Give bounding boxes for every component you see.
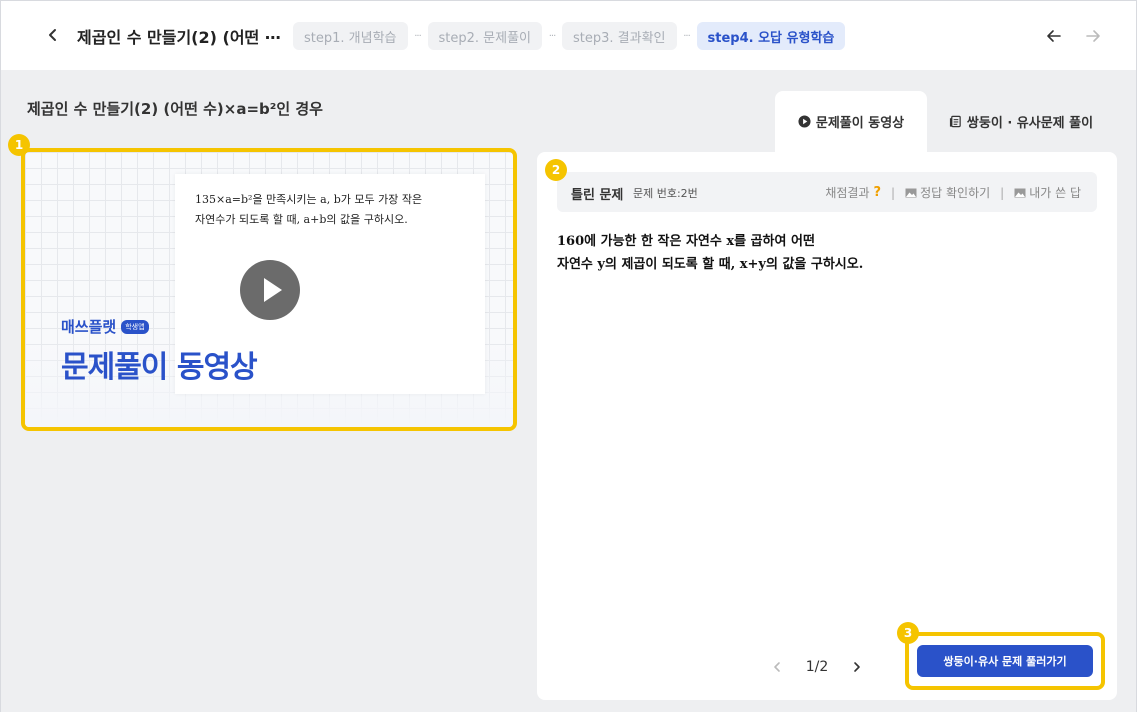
video-problem-text: 135×a=b²을 만족시키는 a, b가 모두 가장 작은 자연수가 되도록 … [195, 190, 422, 230]
step-2-tab[interactable]: step2. 문제풀이 [427, 22, 542, 50]
step-badge-3: 3 [897, 622, 919, 644]
problem-info-bar: 틀린 문제 문제 번호:2번 채점결과 ? | 정답 확인하기 | 내가 쓴 답 [557, 172, 1097, 212]
step-navigation: step1. 개념학습 ··· step2. 문제풀이 ··· step3. 결… [293, 22, 846, 50]
lesson-title: 제곱인 수 만들기(2) (어떤 ⋯ [77, 28, 281, 47]
pagination: 1/2 [767, 657, 867, 677]
check-answer-label: 정답 확인하기 [920, 186, 991, 200]
tab-label: 쌍둥이 · 유사문제 풀이 [966, 116, 1094, 131]
question-line-1: 160에 가능한 한 작은 자연수 x를 곱하여 어떤 [557, 234, 815, 249]
grading-result-label: 채점결과 [825, 186, 870, 200]
chevron-right-icon [854, 662, 860, 672]
page-next-button[interactable] [847, 657, 867, 677]
step-badge-1: 1 [8, 134, 30, 156]
page-prev-button[interactable] [767, 657, 787, 677]
brand-badge: 학생앱 [121, 319, 149, 334]
step-separator: ··· [548, 30, 557, 42]
step-3-tab[interactable]: step3. 결과확인 [562, 22, 677, 50]
page-title: 제곱인 수 만들기(2) (어떤 수)×a=b²인 경우 [27, 100, 323, 118]
previous-button[interactable] [1043, 25, 1065, 47]
video-problem-line-1: 135×a=b²을 만족시키는 a, b가 모두 가장 작은 [195, 193, 423, 206]
image-icon [905, 188, 917, 197]
problem-number: 문제 번호:2번 [633, 187, 698, 200]
brand-name: 매쓰플랫 [61, 318, 117, 336]
document-list-icon [949, 115, 961, 128]
chevron-left-icon [774, 662, 780, 672]
back-button[interactable] [41, 23, 65, 47]
cta-highlight: 쌍둥이·유사 문제 풀러가기 [905, 632, 1105, 690]
top-header: 제곱인 수 만들기(2) (어떤 ⋯ step1. 개념학습 ··· step2… [0, 0, 1137, 70]
page-indicator: 1/2 [805, 659, 829, 675]
check-answer-link[interactable]: 정답 확인하기 [905, 184, 990, 201]
solution-video-card[interactable]: 135×a=b²을 만족시키는 a, b가 모두 가장 작은 자연수가 되도록 … [21, 148, 517, 431]
question-text: 160에 가능한 한 작은 자연수 x를 곱하여 어떤 자연수 y의 제곱이 되… [557, 230, 863, 276]
question-line-2: 자연수 y의 제곱이 되도록 할 때, x+y의 값을 구하시오. [557, 257, 864, 272]
tab-solution-video[interactable]: 문제풀이 동영상 [775, 91, 927, 152]
my-answer-link[interactable]: 내가 쓴 답 [1014, 184, 1081, 201]
step-badge-2: 2 [545, 159, 567, 181]
question-mark-icon: ? [873, 185, 882, 200]
tab-twin-problems[interactable]: 쌍둥이 · 유사문제 풀이 [931, 91, 1111, 152]
go-twin-problems-button[interactable]: 쌍둥이·유사 문제 풀러가기 [917, 645, 1093, 677]
chevron-left-icon [49, 29, 56, 41]
step-separator: ··· [414, 30, 422, 42]
video-heading: 문제풀이 동영상 [61, 350, 258, 385]
wrong-problem-panel: 틀린 문제 문제 번호:2번 채점결과 ? | 정답 확인하기 | 내가 쓴 답 [537, 152, 1117, 700]
arrow-right-icon [1086, 30, 1100, 42]
grading-result[interactable]: 채점결과 ? [825, 184, 881, 201]
next-button[interactable] [1082, 25, 1104, 47]
arrow-left-icon [1047, 30, 1061, 42]
tab-label: 문제풀이 동영상 [815, 116, 905, 131]
my-answer-label: 내가 쓴 답 [1029, 186, 1081, 200]
video-problem-line-2: 자연수가 되도록 할 때, a+b의 값을 구하시오. [195, 213, 408, 226]
image-icon [1014, 188, 1026, 197]
divider: | [1000, 185, 1005, 200]
brand-line: 매쓰플랫 학생앱 [61, 316, 149, 337]
problem-actions: 채점결과 ? | 정답 확인하기 | 내가 쓴 답 [825, 184, 1081, 201]
step-separator: ··· [683, 30, 691, 42]
step-1-tab[interactable]: step1. 개념학습 [293, 22, 408, 50]
divider: | [891, 185, 896, 200]
play-circle-icon [798, 115, 811, 128]
play-icon[interactable] [240, 260, 300, 320]
main-area: 제곱인 수 만들기(2) (어떤 수)×a=b²인 경우 1 135×a=b²을… [0, 70, 1137, 712]
step-4-tab[interactable]: step4. 오답 유형학습 [696, 22, 846, 50]
wrong-problem-label: 틀린 문제 [571, 188, 624, 203]
